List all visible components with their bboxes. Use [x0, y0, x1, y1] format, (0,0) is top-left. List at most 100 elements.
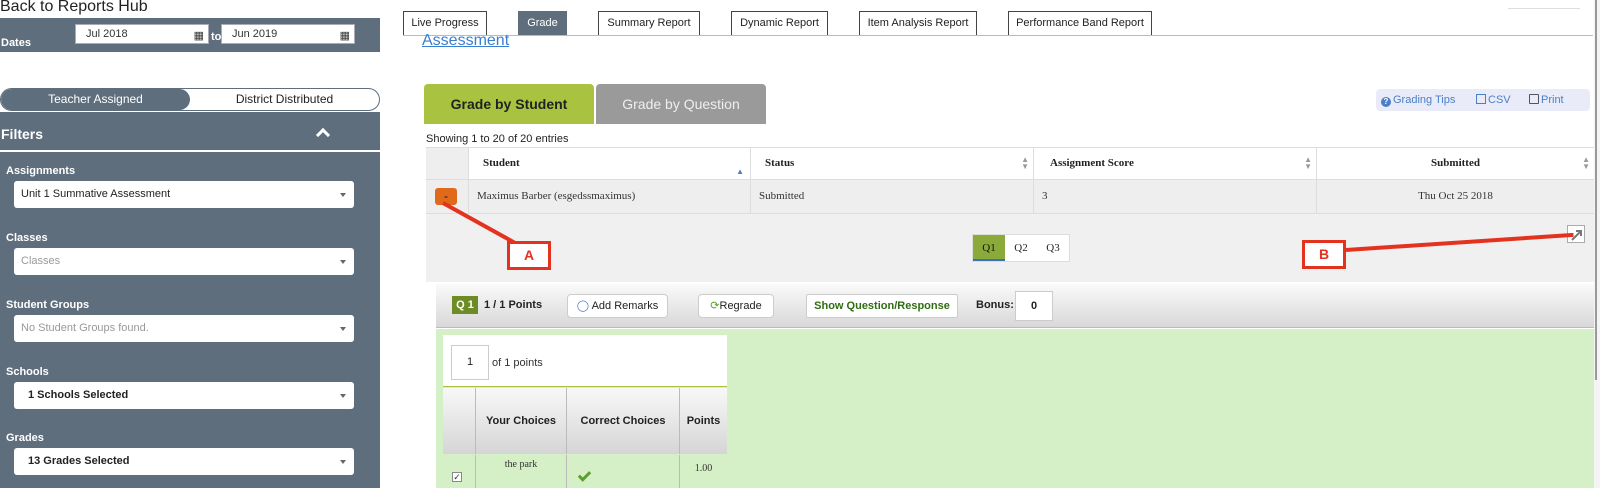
column-header-status-label: Status: [765, 157, 795, 169]
column-header-student-label: Student: [483, 157, 520, 169]
date-to-separator: to: [211, 31, 222, 43]
tab-item-analysis-report[interactable]: Item Analysis Report: [859, 11, 977, 36]
sort-icon: ▲ ▼: [1582, 155, 1590, 171]
toggle-teacher-assigned[interactable]: Teacher Assigned: [1, 89, 190, 110]
student-cell: Maximus Barber (esgedssmaximus): [468, 180, 750, 213]
classes-placeholder: Classes: [21, 255, 61, 267]
print-link[interactable]: Print: [1529, 94, 1564, 106]
column-header-status[interactable]: Status ▲ ▼: [750, 148, 1033, 179]
choice-checkbox-cell: ✓: [443, 455, 475, 488]
choice-checkbox[interactable]: ✓: [452, 472, 462, 482]
tab-grade-by-question[interactable]: Grade by Question: [596, 84, 766, 124]
chevron-down-icon: [340, 260, 346, 264]
refresh-icon: ⟳: [710, 300, 720, 312]
divider: [1508, 8, 1580, 9]
help-icon: ?: [1381, 97, 1391, 107]
score-cell: 3: [1033, 180, 1316, 213]
column-header-submitted-label: Submitted: [1431, 157, 1480, 169]
sort-icon: ▲ ▼: [1021, 155, 1029, 171]
show-question-response-button[interactable]: Show Question/Response: [806, 294, 958, 318]
schools-select[interactable]: 1 Schools Selected: [14, 382, 354, 409]
csv-link[interactable]: CSV: [1476, 94, 1511, 106]
column-header-submitted[interactable]: Submitted ▲ ▼: [1316, 148, 1594, 179]
chevron-down-icon: [340, 327, 346, 331]
student-groups-label: Student Groups: [6, 299, 90, 311]
entries-info: Showing 1 to 20 of 20 entries: [426, 133, 569, 145]
print-label: Print: [1541, 94, 1564, 106]
add-remarks-label: Add Remarks: [591, 300, 659, 312]
question-tabs: Q1 Q2 Q3: [972, 234, 1070, 262]
assignment-source-toggle: Teacher Assigned District Distributed: [0, 88, 380, 111]
table-row: - Maximus Barber (esgedssmaximus) Submit…: [426, 180, 1594, 214]
column-header-correct-choices: Correct Choices: [566, 388, 679, 454]
status-cell: Submitted: [750, 180, 1033, 213]
classes-select[interactable]: Classes: [14, 248, 354, 275]
date-from-value: Jul 2018: [86, 28, 128, 40]
column-header-student[interactable]: Student ▲: [468, 148, 750, 179]
submitted-cell: Thu Oct 25 2018: [1316, 180, 1594, 213]
bonus-label: Bonus:: [976, 299, 1014, 311]
schools-value: 1 Schools Selected: [28, 389, 129, 401]
assignments-value: Unit 1 Summative Assessment: [21, 188, 171, 200]
tab-summary-report[interactable]: Summary Report: [598, 11, 700, 36]
chevron-down-icon: [340, 460, 346, 464]
regrade-label: Regrade: [719, 300, 762, 312]
points-of-label: of 1 points: [492, 357, 543, 369]
printer-icon: [1529, 94, 1539, 104]
grades-select[interactable]: 13 Grades Selected: [14, 448, 354, 475]
tab-dynamic-report[interactable]: Dynamic Report: [731, 11, 828, 36]
toggle-district-distributed[interactable]: District Distributed: [190, 89, 379, 110]
column-header-your-choices: Your Choices: [475, 388, 566, 454]
assessment-link[interactable]: Assessment: [422, 32, 509, 50]
chevron-down-icon: [340, 193, 346, 197]
bonus-input[interactable]: 0: [1015, 291, 1053, 321]
date-from-field[interactable]: Jul 2018 ▦: [75, 24, 209, 44]
student-groups-select[interactable]: No Student Groups found.: [14, 315, 354, 342]
grades-value: 13 Grades Selected: [28, 455, 130, 467]
dates-row: Dates Jul 2018 ▦ to Jun 2019 ▦: [0, 20, 380, 52]
spreadsheet-icon: [1476, 94, 1486, 104]
back-to-reports-hub-link[interactable]: Back to Reports Hub: [0, 0, 380, 18]
tab-grade[interactable]: Grade: [518, 11, 567, 36]
comment-icon: ◯: [576, 300, 590, 312]
tab-q3[interactable]: Q3: [1037, 235, 1069, 261]
choice-points-cell: 1.00: [679, 455, 727, 488]
date-to-field[interactable]: Jun 2019 ▦: [221, 24, 355, 44]
table-header: Student ▲ Status ▲ ▼ Assignment Score ▲ ▼ …: [426, 147, 1594, 180]
grading-tips-label: Grading Tips: [1393, 94, 1456, 106]
tab-divider: [403, 35, 1593, 36]
points-input[interactable]: 1: [451, 345, 489, 380]
column-header-points: Points: [679, 388, 727, 454]
expand-column-header: [426, 148, 468, 179]
scrollbar-thumb[interactable]: [1595, 0, 1597, 380]
checkmark-icon: [577, 468, 592, 482]
choice-row: ✓ the park 1.00: [443, 455, 727, 488]
add-remarks-button[interactable]: ◯ Add Remarks: [567, 294, 668, 318]
choices-table-header: Your Choices Correct Choices Points: [443, 388, 727, 454]
grading-tips-link[interactable]: ? Grading Tips: [1381, 94, 1455, 107]
tab-q1[interactable]: Q1: [973, 235, 1005, 261]
question-points: 1 / 1 Points: [484, 299, 543, 311]
tab-performance-band-report[interactable]: Performance Band Report: [1008, 11, 1152, 36]
assignments-label: Assignments: [6, 165, 76, 177]
annotation-a-label: A: [507, 241, 551, 270]
correct-choice-cell: [566, 455, 679, 488]
tab-grade-by-student[interactable]: Grade by Student: [424, 84, 594, 124]
column-header-assignment-score[interactable]: Assignment Score ▲ ▼: [1033, 148, 1316, 179]
calendar-icon[interactable]: ▦: [340, 27, 350, 45]
filters-title: Filters: [1, 126, 44, 142]
grades-label: Grades: [6, 432, 44, 444]
annotation-b-label: B: [1302, 240, 1346, 269]
schools-label: Schools: [6, 366, 49, 378]
tab-q2[interactable]: Q2: [1005, 235, 1037, 261]
chevron-down-icon: [340, 394, 346, 398]
column-header-score-label: Assignment Score: [1050, 157, 1134, 169]
assignments-select[interactable]: Unit 1 Summative Assessment: [14, 181, 354, 208]
question-badge: Q 1: [452, 296, 478, 314]
regrade-button[interactable]: ⟳Regrade: [698, 294, 774, 318]
dates-label: Dates: [1, 37, 31, 49]
checkbox-column-header: [443, 388, 475, 454]
grading-tools: ? Grading Tips CSV Print: [1376, 89, 1590, 111]
calendar-icon[interactable]: ▦: [194, 27, 204, 45]
classes-label: Classes: [6, 232, 48, 244]
